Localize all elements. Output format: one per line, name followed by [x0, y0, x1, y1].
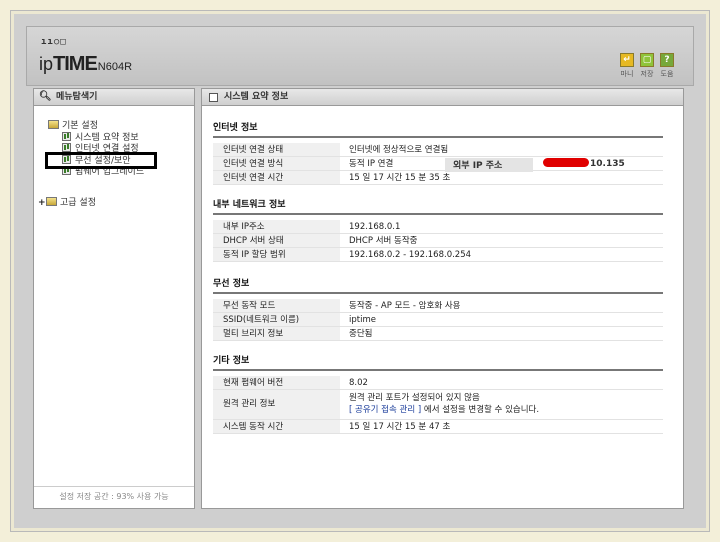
page-icon: [62, 132, 71, 141]
main-panel-title: 시스템 요약 정보: [202, 89, 683, 106]
expand-plus-icon[interactable]: +: [38, 198, 46, 209]
header-bar: ıı○□ ipTIMEN604R ↵ 마니 ▢ 저장 ? 도움: [26, 26, 694, 86]
redaction-mark: [543, 158, 589, 167]
brand-model: N604R: [97, 61, 133, 73]
table-row: DHCP 서버 상태 DHCP 서버 동작중: [213, 234, 663, 248]
logout-icon: ↵: [620, 53, 634, 67]
internet-info-section: 인터넷 정보 인터넷 연결 상태 인터넷에 정상적으로 연결됨 인터넷 연결 방식…: [213, 120, 663, 185]
logout-label: 마니: [620, 70, 634, 78]
tree-basic-settings[interactable]: 기본 설정: [48, 120, 98, 132]
save-label: 저장: [640, 70, 654, 78]
menu-explorer-title: 🔍︎ 메뉴탐색기: [34, 89, 194, 106]
internet-table: 인터넷 연결 상태 인터넷에 정상적으로 연결됨 인터넷 연결 방식 동적 IP 연…: [213, 143, 663, 185]
section-heading: 기타 정보: [213, 353, 663, 371]
page-icon: [62, 143, 71, 152]
main-panel: 시스템 요약 정보 인터넷 정보 인터넷 연결 상태 인터넷에 정상적으로 연결됨…: [201, 88, 684, 509]
section-heading: 인터넷 정보: [213, 120, 663, 138]
folder-icon: [48, 120, 59, 129]
save-icon: ▢: [640, 53, 654, 67]
brand-logo: ipTIMEN604R: [39, 53, 132, 76]
magnifier-icon: 🔍︎: [39, 91, 52, 102]
save-button[interactable]: ▢ 저장: [638, 53, 656, 79]
help-button[interactable]: ? 도움: [658, 53, 676, 79]
table-row: 내부 IP주소 192.168.0.1: [213, 220, 663, 234]
external-ip-value: 10.135: [533, 158, 663, 172]
router-access-link[interactable]: [ 공유기 접속 관리 ]: [349, 405, 421, 415]
other-info-section: 기타 정보 현재 펌웨어 버전 8.02 원격 관리 정보 원격 관리 포트가 설…: [213, 353, 663, 434]
external-ip: 외부 IP 주소 10.135: [445, 158, 663, 172]
table-row: 시스템 동작 시간 15 일 17 시간 15 분 47 초: [213, 420, 663, 434]
table-row: 현재 펌웨어 버전 8.02: [213, 376, 663, 390]
help-label: 도움: [660, 70, 674, 78]
table-row: 동적 IP 할당 범위 192.168.0.2 - 192.168.0.254: [213, 248, 663, 262]
table-row: 인터넷 연결 상태 인터넷에 정상적으로 연결됨: [213, 143, 663, 157]
internal-network-section: 내부 네트워크 정보 내부 IP주소 192.168.0.1 DHCP 서버 상태…: [213, 197, 663, 262]
table-row: 멀티 브리지 정보 중단됨: [213, 327, 663, 341]
brand-mark: ıı○□: [41, 37, 67, 47]
logout-button[interactable]: ↵ 마니: [618, 53, 636, 79]
tree-advanced-settings[interactable]: + 고급 설정: [38, 197, 96, 209]
table-row: 원격 관리 정보 원격 관리 포트가 설정되어 있지 않음 [ 공유기 접속 관…: [213, 390, 663, 420]
wireless-info-section: 무선 정보 무선 동작 모드 동작중 - AP 모드 - 암호화 사용 SSID(…: [213, 276, 663, 341]
brand-ip: ip: [39, 54, 54, 74]
section-heading: 무선 정보: [213, 276, 663, 294]
remote-status-text: 원격 관리 포트가 설정되어 있지 않음: [349, 393, 480, 403]
highlight-box: [45, 152, 157, 169]
table-row: 인터넷 연결 시간 15 일 17 시간 15 분 35 초: [213, 171, 663, 185]
window-icon: [209, 93, 218, 102]
table-row: 무선 동작 모드 동작중 - AP 모드 - 암호화 사용: [213, 299, 663, 313]
brand-time: TIME: [53, 53, 98, 75]
storage-status: 설정 저장 공간 : 93% 사용 가능: [34, 486, 194, 508]
help-icon: ?: [660, 53, 674, 67]
folder-icon: [46, 197, 57, 206]
table-row: SSID(네트워크 이름) iptime: [213, 313, 663, 327]
section-heading: 내부 네트워크 정보: [213, 197, 663, 215]
external-ip-label: 외부 IP 주소: [445, 158, 533, 172]
